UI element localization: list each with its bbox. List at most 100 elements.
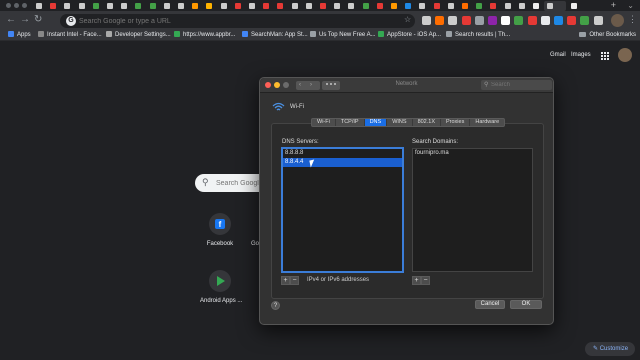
extension-icon[interactable] — [461, 16, 471, 25]
browser-tab[interactable] — [118, 1, 130, 11]
bookmark-item[interactable]: Instant Intel - Face... — [38, 31, 102, 41]
tab-wins[interactable]: WINS — [387, 119, 413, 126]
extension-icon[interactable] — [514, 16, 524, 25]
add-dns-button[interactable]: + — [281, 276, 290, 285]
browser-tab[interactable] — [402, 1, 414, 11]
forward-button[interactable]: → — [20, 15, 30, 25]
tab-wi-fi[interactable]: Wi-Fi — [312, 119, 336, 126]
bookmark-item[interactable]: Us Top New Free A... — [310, 31, 376, 41]
extension-icon[interactable] — [580, 16, 590, 25]
browser-tab[interactable] — [360, 1, 372, 11]
browser-tab[interactable] — [416, 1, 428, 11]
browser-tab[interactable] — [388, 1, 400, 11]
zoom-window-button[interactable] — [22, 3, 27, 8]
browser-tab[interactable] — [487, 1, 499, 11]
other-bookmarks[interactable]: Other Bookmarks — [579, 31, 636, 40]
remove-domain-button[interactable]: − — [421, 276, 430, 285]
extension-icon[interactable] — [474, 16, 484, 25]
browser-tab[interactable] — [502, 1, 514, 11]
browser-tab[interactable] — [104, 1, 116, 11]
bookmark-item[interactable]: Developer Settings... — [106, 31, 171, 41]
shortcut-android-apps[interactable]: Android Apps ... — [200, 270, 242, 304]
search-domain-row[interactable]: fournipro.ma — [413, 149, 532, 158]
browser-tab[interactable] — [431, 1, 443, 11]
extension-icon[interactable] — [501, 16, 511, 25]
browser-tab[interactable] — [132, 1, 144, 11]
tab-tcp-ip[interactable]: TCP/IP — [336, 119, 365, 126]
account-avatar[interactable] — [618, 48, 632, 62]
ok-button[interactable]: OK — [510, 300, 542, 309]
omnibox-input[interactable] — [79, 15, 379, 27]
images-link[interactable]: Images — [571, 52, 591, 58]
dns-server-row[interactable]: 8.8.8.8 — [283, 149, 402, 158]
search-domains-list[interactable]: fournipro.ma — [412, 148, 533, 272]
tab-hardware[interactable]: Hardware — [470, 119, 504, 126]
bookmark-star-icon[interactable]: ☆ — [404, 15, 411, 24]
browser-tab[interactable] — [189, 1, 201, 11]
browser-tab[interactable] — [246, 1, 258, 11]
new-tab-button[interactable]: + — [611, 0, 616, 10]
minimize-window-button[interactable] — [14, 3, 19, 8]
browser-tab[interactable] — [568, 1, 580, 11]
tab-proxies[interactable]: Proxies — [441, 119, 471, 126]
browser-tab[interactable] — [530, 1, 542, 11]
dialog-search-input[interactable] — [491, 81, 549, 89]
bookmark-item[interactable]: Apps — [8, 31, 31, 41]
extension-icon[interactable] — [448, 16, 458, 25]
bookmark-item[interactable]: https://www.appbr... — [174, 31, 235, 41]
shortcut-google[interactable]: Go — [240, 213, 260, 247]
google-apps-icon[interactable] — [601, 52, 610, 61]
dialog-search[interactable]: ⚲ — [481, 80, 552, 90]
browser-tab[interactable] — [445, 1, 457, 11]
bookmark-item[interactable]: Search results | Th... — [446, 31, 510, 41]
dns-server-row[interactable]: 8.8.4.4 — [283, 158, 402, 167]
browser-tab[interactable] — [90, 1, 102, 11]
browser-tab[interactable] — [516, 1, 528, 11]
tab-search-icon[interactable]: ⌄ — [627, 1, 634, 10]
extension-icon[interactable] — [593, 16, 603, 25]
reload-button[interactable]: ↻ — [34, 15, 42, 25]
browser-tab[interactable] — [473, 1, 485, 11]
browser-tab[interactable] — [459, 1, 471, 11]
browser-tab[interactable] — [161, 1, 173, 11]
browser-tab[interactable] — [232, 1, 244, 11]
close-window-button[interactable] — [6, 3, 11, 8]
gmail-link[interactable]: Gmail — [550, 52, 566, 58]
extension-icon[interactable] — [488, 16, 497, 25]
browser-tab[interactable] — [147, 1, 159, 11]
add-domain-button[interactable]: + — [412, 276, 421, 285]
browser-tab[interactable] — [218, 1, 230, 11]
browser-tab[interactable] — [374, 1, 386, 11]
bookmark-item[interactable]: SearchMan: App St... — [242, 31, 308, 41]
extension-icon[interactable] — [422, 16, 431, 25]
browser-tab[interactable] — [289, 1, 301, 11]
browser-menu-icon[interactable]: ⋮ — [628, 14, 637, 25]
browser-tab[interactable] — [61, 1, 73, 11]
browser-tab[interactable] — [203, 1, 215, 11]
tab-dns[interactable]: DNS — [364, 119, 388, 126]
browser-tab[interactable] — [274, 1, 286, 11]
profile-avatar[interactable] — [611, 14, 624, 27]
customize-button[interactable]: ✎ Customize — [585, 342, 635, 356]
extension-icon[interactable] — [554, 16, 563, 25]
browser-tab[interactable] — [317, 1, 329, 11]
omnibox[interactable]: G — [60, 14, 415, 28]
help-button[interactable]: ? — [271, 301, 280, 310]
browser-tab[interactable] — [47, 1, 59, 11]
remove-dns-button[interactable]: − — [290, 276, 299, 285]
extension-icon[interactable] — [527, 16, 537, 25]
browser-tab[interactable] — [331, 1, 343, 11]
dns-servers-list[interactable]: 8.8.8.8 8.8.4.4 — [281, 147, 404, 273]
tab-802-1x[interactable]: 802.1X — [413, 119, 441, 126]
extension-icon[interactable] — [435, 16, 445, 25]
browser-tab[interactable] — [544, 1, 567, 11]
browser-tab[interactable] — [33, 1, 45, 11]
browser-tab[interactable] — [345, 1, 357, 11]
browser-tab[interactable] — [303, 1, 315, 11]
shortcut-facebook[interactable]: f Facebook — [200, 213, 240, 247]
extension-icon[interactable] — [540, 16, 550, 25]
browser-tab[interactable] — [175, 1, 187, 11]
cancel-button[interactable]: Cancel — [475, 300, 505, 309]
bookmark-item[interactable]: AppStore - iOS Ap... — [378, 31, 441, 41]
browser-tab[interactable] — [260, 1, 272, 11]
